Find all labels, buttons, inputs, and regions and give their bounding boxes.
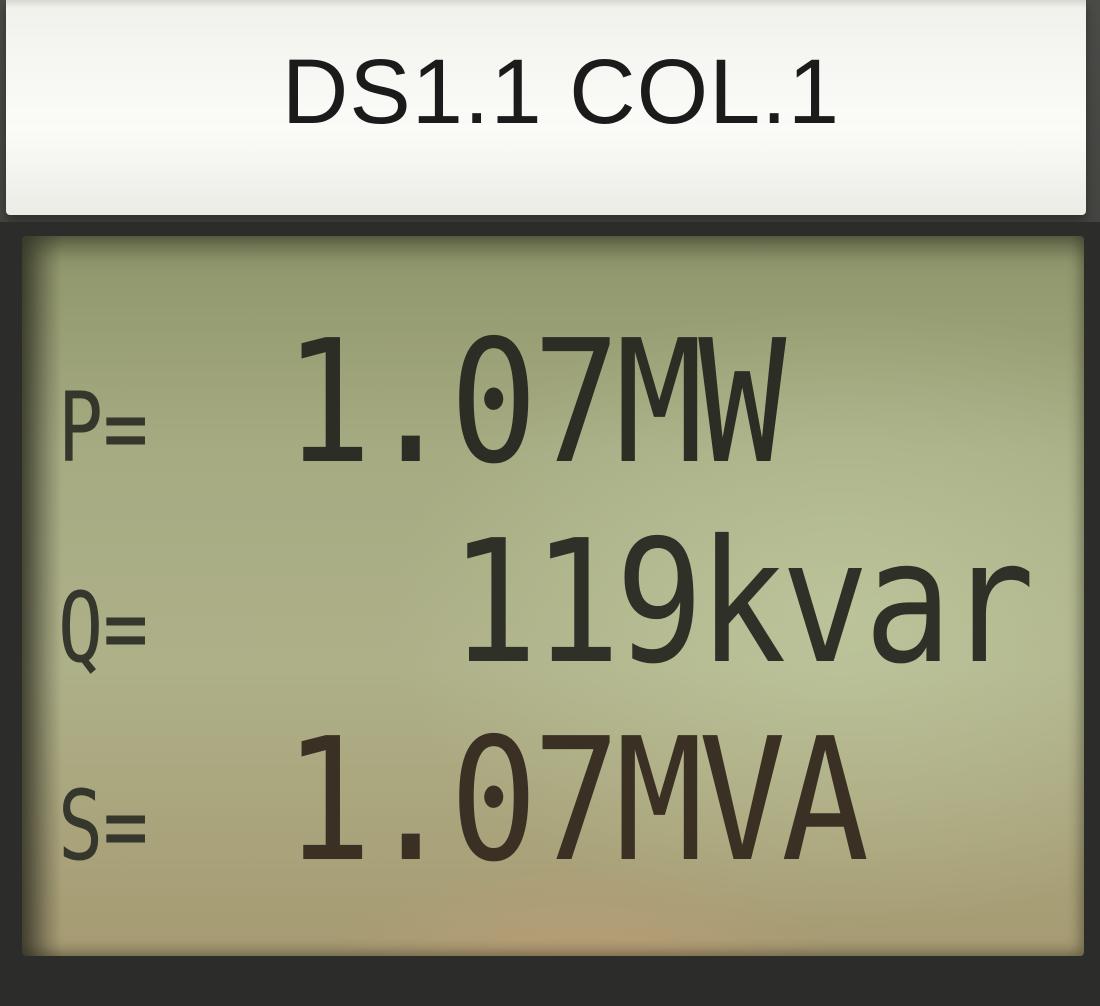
apparent-power-row: S= 1.07MVA: [22, 716, 1084, 886]
apparent-power-label: S=: [58, 770, 149, 882]
reactive-power-value: 119kvar: [284, 504, 1035, 702]
reactive-power-label: Q=: [58, 572, 149, 684]
device-label-strip: DS1.1 COL.1: [6, 0, 1086, 215]
reactive-power-row: Q= 119kvar: [22, 518, 1084, 688]
apparent-power-value: 1.07MVA: [284, 702, 869, 900]
active-power-label: P=: [58, 372, 149, 484]
active-power-row: P= 1.07MW: [22, 318, 1084, 488]
device-panel: DS1.1 COL.1 P= 1.07MW Q= 119kvar S= 1.07…: [0, 0, 1100, 1006]
device-label-text: DS1.1 COL.1: [281, 41, 841, 143]
active-power-value: 1.07MW: [284, 304, 786, 502]
lcd-screen: P= 1.07MW Q= 119kvar S= 1.07MVA: [22, 236, 1084, 956]
